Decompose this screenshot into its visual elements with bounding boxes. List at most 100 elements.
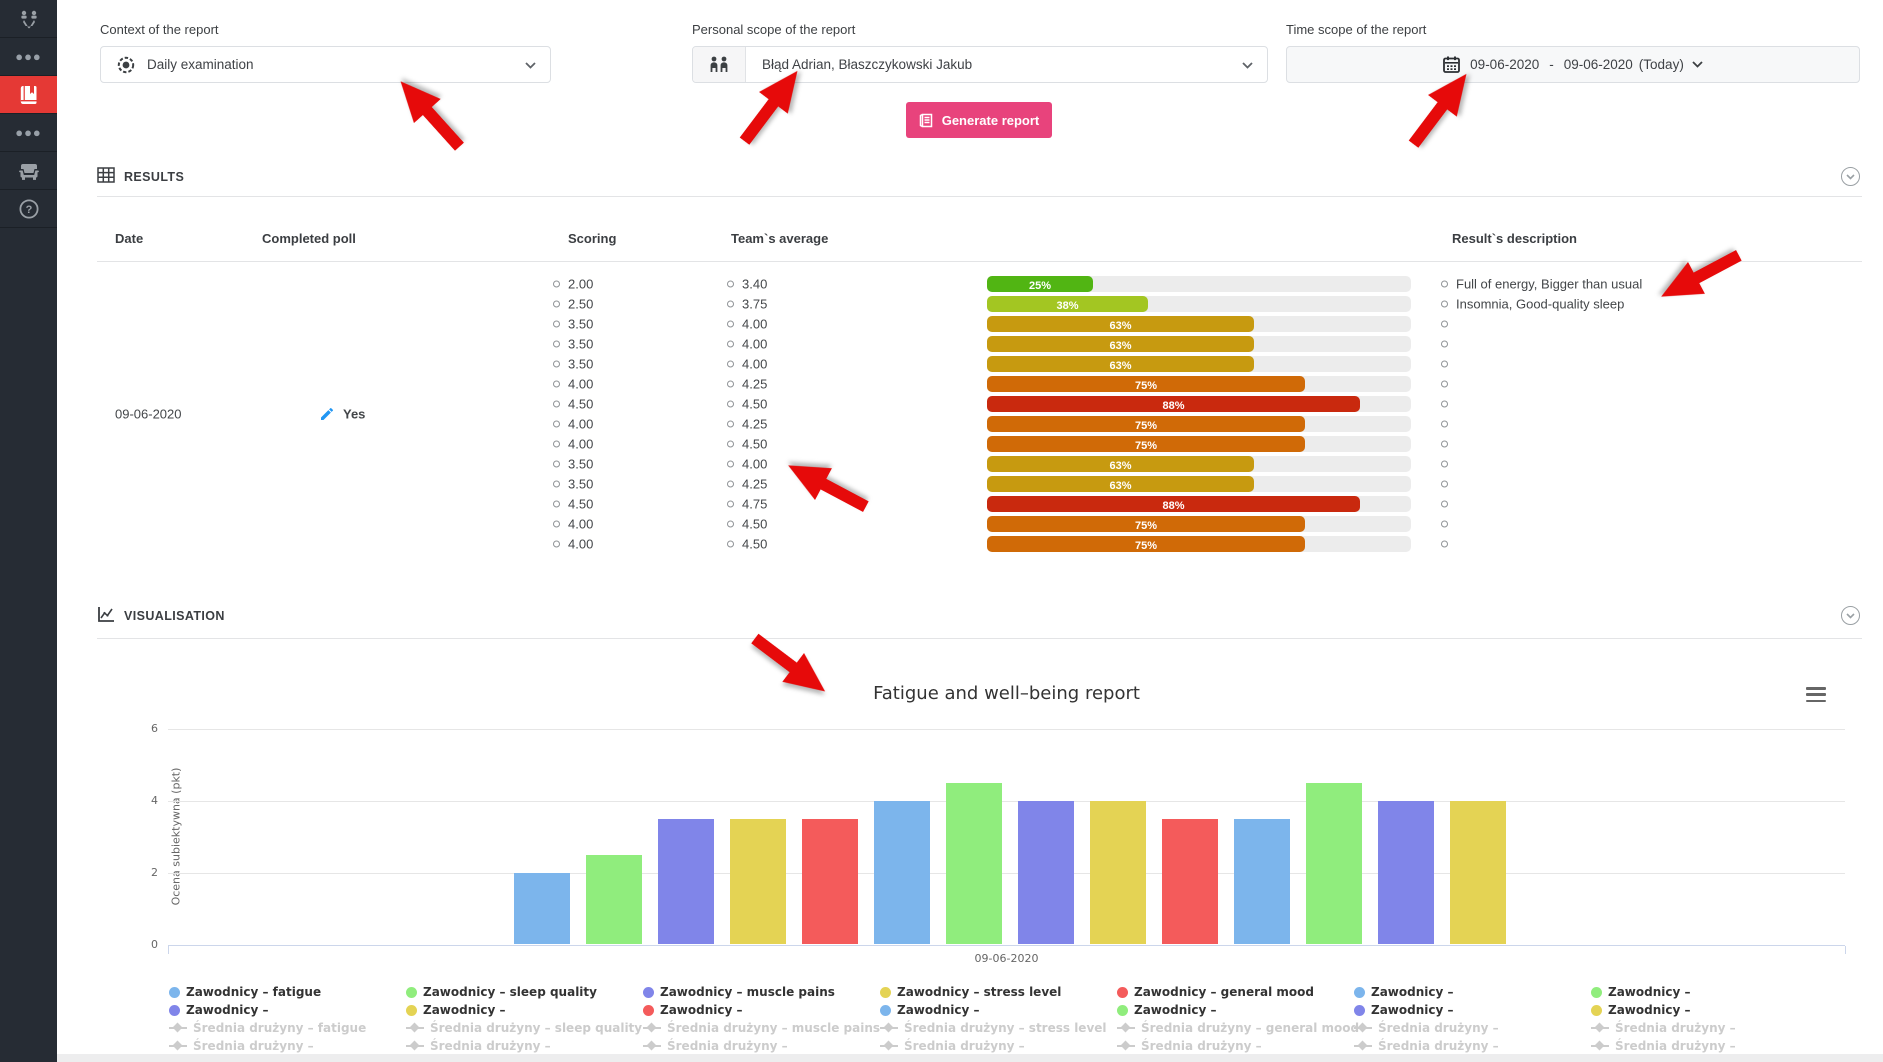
legend-marker-circle — [1117, 1005, 1128, 1016]
legend-label: Zawodnicy – — [1608, 985, 1691, 999]
legend-label: Zawodnicy – — [423, 1003, 506, 1017]
legend-label: Średnia drużyny – stress level — [904, 1021, 1107, 1035]
legend-item[interactable]: Średnia drużyny – — [643, 1039, 788, 1053]
legend-item[interactable]: Średnia drużyny – — [1354, 1039, 1499, 1053]
legend-item[interactable]: Średnia drużyny – muscle pains — [643, 1021, 880, 1035]
legend-marker-circle — [406, 1005, 417, 1016]
ellipsis-icon: ●●● — [15, 49, 42, 64]
legend-label: Zawodnicy – fatigue — [186, 985, 321, 999]
legend-label: Średnia drużyny – general mood — [1141, 1021, 1359, 1035]
legend-item[interactable]: Średnia drużyny – — [1591, 1039, 1736, 1053]
sidebar-item-reports[interactable] — [0, 76, 57, 114]
report-page: { "app": {"accent_pink": "#e8437c", "sid… — [0, 0, 1883, 1062]
legend-label: Średnia drużyny – — [667, 1039, 788, 1053]
legend-item[interactable]: Średnia drużyny – — [880, 1039, 1025, 1053]
legend-item[interactable]: Średnia drużyny – — [406, 1039, 551, 1053]
legend-label: Zawodnicy – — [897, 1003, 980, 1017]
legend-item[interactable]: Zawodnicy – stress level — [880, 985, 1061, 999]
legend-item[interactable]: Zawodnicy – — [406, 1003, 506, 1017]
legend-label: Średnia drużyny – muscle pains — [667, 1021, 880, 1035]
legend-item[interactable]: Zawodnicy – — [1354, 985, 1454, 999]
legend-marker-line — [406, 1027, 424, 1029]
legend-label: Średnia drużyny – — [193, 1039, 314, 1053]
legend-label: Średnia drużyny – — [904, 1039, 1025, 1053]
legend-item[interactable]: Średnia drużyny – stress level — [880, 1021, 1107, 1035]
legend-marker-circle — [880, 987, 891, 998]
legend-marker-line — [1591, 1027, 1609, 1029]
legend-marker-line — [1117, 1045, 1135, 1047]
legend-item[interactable]: Zawodnicy – sleep quality — [406, 985, 597, 999]
legend-item[interactable]: Średnia drużyny – sleep quality — [406, 1021, 642, 1035]
legend-marker-circle — [169, 1005, 180, 1016]
legend-label: Zawodnicy – — [660, 1003, 743, 1017]
chart-legend: Zawodnicy – fatigue Zawodnicy – sleep qua… — [0, 0, 1883, 1062]
legend-label: Zawodnicy – — [1134, 1003, 1217, 1017]
horizontal-scrollbar[interactable] — [57, 1054, 1883, 1062]
ellipsis-icon: ●●● — [15, 125, 42, 140]
book-icon — [19, 84, 39, 106]
legend-label: Średnia drużyny – — [1378, 1039, 1499, 1053]
sidebar-item-more-top[interactable]: ●●● — [0, 38, 57, 76]
legend-item[interactable]: Zawodnicy – — [880, 1003, 980, 1017]
legend-marker-line — [406, 1045, 424, 1047]
legend-label: Zawodnicy – muscle pains — [660, 985, 835, 999]
legend-label: Zawodnicy – — [1608, 1003, 1691, 1017]
legend-marker-line — [1591, 1045, 1609, 1047]
legend-marker-line — [880, 1027, 898, 1029]
legend-label: Średnia drużyny – — [1378, 1021, 1499, 1035]
legend-marker-circle — [1117, 987, 1128, 998]
legend-item[interactable]: Zawodnicy – general mood — [1117, 985, 1314, 999]
legend-label: Średnia drużyny – — [430, 1039, 551, 1053]
legend-label: Zawodnicy – — [1371, 985, 1454, 999]
help-icon: ? — [19, 199, 39, 219]
legend-label: Zawodnicy – general mood — [1134, 985, 1314, 999]
sidebar: ●●● ●●● ? — [0, 0, 57, 1062]
legend-marker-line — [169, 1027, 187, 1029]
legend-label: Średnia drużyny – — [1615, 1021, 1736, 1035]
legend-marker-circle — [406, 987, 417, 998]
legend-marker-circle — [1591, 987, 1602, 998]
legend-marker-line — [169, 1045, 187, 1047]
sidebar-item-structure[interactable] — [0, 0, 57, 38]
legend-marker-circle — [643, 987, 654, 998]
legend-item[interactable]: Średnia drużyny – — [1354, 1021, 1499, 1035]
legend-marker-circle — [880, 1005, 891, 1016]
sidebar-item-lounge[interactable] — [0, 152, 57, 190]
legend-marker-line — [1354, 1045, 1372, 1047]
legend-item[interactable]: Średnia drużyny – general mood — [1117, 1021, 1359, 1035]
legend-item[interactable]: Zawodnicy – — [643, 1003, 743, 1017]
legend-marker-line — [643, 1045, 661, 1047]
legend-label: Zawodnicy – sleep quality — [423, 985, 597, 999]
legend-marker-circle — [643, 1005, 654, 1016]
svg-text:?: ? — [25, 204, 32, 216]
legend-marker-line — [643, 1027, 661, 1029]
legend-marker-line — [1354, 1027, 1372, 1029]
legend-marker-line — [1117, 1027, 1135, 1029]
legend-item[interactable]: Zawodnicy – fatigue — [169, 985, 321, 999]
legend-item[interactable]: Średnia drużyny – — [1591, 1021, 1736, 1035]
armchair-icon — [18, 161, 40, 181]
sidebar-item-more-bottom[interactable]: ●●● — [0, 114, 57, 152]
legend-item[interactable]: Zawodnicy – — [1591, 1003, 1691, 1017]
org-network-icon — [18, 9, 40, 29]
legend-item[interactable]: Zawodnicy – — [169, 1003, 269, 1017]
legend-item[interactable]: Średnia drużyny – — [169, 1039, 314, 1053]
legend-item[interactable]: Zawodnicy – — [1117, 1003, 1217, 1017]
legend-marker-circle — [1354, 987, 1365, 998]
legend-label: Średnia drużyny – fatigue — [193, 1021, 366, 1035]
legend-marker-circle — [1354, 1005, 1365, 1016]
legend-item[interactable]: Zawodnicy – muscle pains — [643, 985, 835, 999]
legend-item[interactable]: Zawodnicy – — [1591, 985, 1691, 999]
legend-item[interactable]: Zawodnicy – — [1354, 1003, 1454, 1017]
legend-label: Średnia drużyny – sleep quality — [430, 1021, 642, 1035]
legend-marker-line — [880, 1045, 898, 1047]
legend-label: Zawodnicy – stress level — [897, 985, 1061, 999]
sidebar-item-help[interactable]: ? — [0, 190, 57, 228]
legend-marker-circle — [1591, 1005, 1602, 1016]
legend-label: Zawodnicy – — [186, 1003, 269, 1017]
legend-label: Średnia drużyny – — [1141, 1039, 1262, 1053]
legend-label: Średnia drużyny – — [1615, 1039, 1736, 1053]
legend-item[interactable]: Średnia drużyny – — [1117, 1039, 1262, 1053]
legend-item[interactable]: Średnia drużyny – fatigue — [169, 1021, 366, 1035]
legend-label: Zawodnicy – — [1371, 1003, 1454, 1017]
